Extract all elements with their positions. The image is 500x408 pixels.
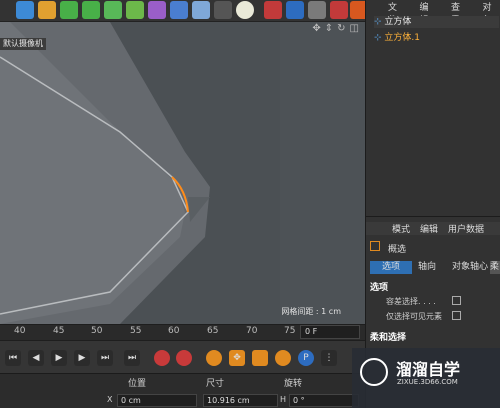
tick-label: 45 [53, 326, 65, 336]
subdivision-icon[interactable] [82, 1, 100, 19]
viewport-scene [0, 22, 365, 324]
scale-key-icon[interactable] [252, 350, 268, 366]
3d-viewport[interactable]: 默认摄像机 ✥ ⇕ ↻ ◫ 网格间距 : 1 cm [0, 22, 365, 324]
plugin-icon[interactable] [308, 1, 326, 19]
attribute-menu: 模式 编辑 用户数据 [366, 222, 500, 235]
go-start-icon[interactable]: ⏮ [5, 350, 21, 366]
null-icon: ⊹ [374, 17, 385, 27]
panel-divider [366, 216, 500, 217]
viewport-nav: ✥ ⇕ ↻ ◫ [312, 23, 359, 34]
tolerance-select-label: 容差选择. . . . [386, 297, 436, 306]
object-row[interactable]: ⊹ 立方体 [374, 16, 499, 28]
tick-label: 55 [130, 326, 142, 336]
go-end-icon[interactable]: ⏭ [97, 350, 113, 366]
camera-label[interactable]: 默认摄像机 [0, 38, 46, 50]
tolerance-checkbox[interactable] [452, 296, 461, 305]
cube-tool-icon[interactable] [16, 1, 34, 19]
record-icon[interactable] [154, 350, 170, 366]
pen-tool-icon[interactable] [38, 1, 56, 19]
main-toolbar [0, 0, 368, 22]
h-rotation-field[interactable]: 0 ° [289, 394, 359, 407]
current-frame-field[interactable]: 0 F [300, 325, 360, 339]
section-options-title: 选项 [370, 283, 389, 293]
menu-mode[interactable]: 模式 [392, 222, 410, 235]
qr-icon[interactable] [286, 1, 304, 19]
tick-label: 50 [91, 326, 103, 336]
tab-options[interactable]: 选项 [370, 261, 412, 274]
move-view-icon[interactable]: ✥ [312, 23, 320, 34]
x-axis-label: X [107, 395, 113, 404]
x-icon[interactable] [330, 1, 348, 19]
deformer-icon[interactable] [126, 1, 144, 19]
watermark: 溜溜自学 ZIXUE.3D66.COM [352, 348, 500, 408]
right-panel: 文件 编辑 查看 对象 ⊹ 立方体 ⊹ 立方体.1 模式 编辑 用户数据 概选 … [365, 0, 500, 408]
rotation-header: 旋转 [284, 379, 303, 389]
watermark-logo-icon [360, 358, 388, 386]
light-icon[interactable] [236, 1, 254, 19]
x-position-field[interactable]: 0 cm [117, 394, 197, 407]
tab-object-axis[interactable]: 对象轴心 [452, 261, 488, 274]
camera-icon[interactable] [214, 1, 232, 19]
watermark-title: 溜溜自学 [396, 360, 461, 379]
coordinates-manager: 位置 尺寸 旋转 X 0 cm 10.916 cm H 0 ° [0, 373, 365, 408]
visible-only-label: 仅选择可见元素 [386, 312, 442, 321]
h-axis-label: H [280, 395, 287, 404]
tab-soft[interactable]: 柔 [490, 261, 500, 274]
prev-frame-icon[interactable]: ◀ [28, 350, 44, 366]
maximize-view-icon[interactable]: ◫ [350, 23, 359, 34]
play-icon[interactable]: ▶ [51, 350, 67, 366]
bend-icon[interactable] [148, 1, 166, 19]
autokey-icon[interactable] [176, 350, 192, 366]
next-frame-icon[interactable]: ▶ [74, 350, 90, 366]
transport-bar: ⏮ ◀ ▶ ▶ ⏭ ⏭ ✥ P ⋮ [0, 340, 365, 373]
object-name: 立方体 [384, 17, 412, 27]
size-header: 尺寸 [206, 379, 225, 389]
x-size-field[interactable]: 10.916 cm [203, 394, 278, 407]
generator-icon[interactable] [60, 1, 78, 19]
array-icon[interactable] [104, 1, 122, 19]
mode-title: 概选 [388, 245, 407, 255]
position-header: 位置 [128, 379, 147, 389]
object-name: 立方体.1 [384, 33, 420, 43]
tag-icon[interactable] [170, 1, 188, 19]
watermark-url: ZIXUE.3D66.COM [397, 378, 458, 386]
rotate-view-icon[interactable]: ↻ [337, 23, 345, 34]
section-soft-title: 柔和选择 [370, 333, 407, 343]
rotate-key-icon[interactable] [275, 350, 291, 366]
tick-label: 60 [168, 326, 180, 336]
tab-axis[interactable]: 轴向 [418, 261, 436, 274]
last-frame-icon[interactable]: ⏭ [124, 350, 140, 366]
render-icon[interactable] [264, 1, 282, 19]
object-row-selected[interactable]: ⊹ 立方体.1 [374, 32, 499, 44]
keyframe-icon[interactable] [206, 350, 222, 366]
tick-label: 70 [246, 326, 258, 336]
floor-icon[interactable] [192, 1, 210, 19]
move-key-icon[interactable]: ✥ [229, 350, 245, 366]
tick-label: 40 [14, 326, 26, 336]
tick-label: 75 [284, 326, 296, 336]
tool-icon [370, 241, 380, 251]
menu-edit[interactable]: 编辑 [420, 222, 438, 235]
param-key-icon[interactable]: P [298, 350, 314, 366]
menu-user-data[interactable]: 用户数据 [448, 222, 484, 235]
grid-key-icon[interactable]: ⋮ [321, 350, 337, 366]
visible-only-checkbox[interactable] [452, 311, 461, 320]
tick-label: 65 [207, 326, 219, 336]
cube-icon: ⊹ [374, 33, 385, 43]
grid-spacing-label: 网格间距 : 1 cm [281, 307, 341, 316]
pan-view-icon[interactable]: ⇕ [325, 23, 333, 34]
